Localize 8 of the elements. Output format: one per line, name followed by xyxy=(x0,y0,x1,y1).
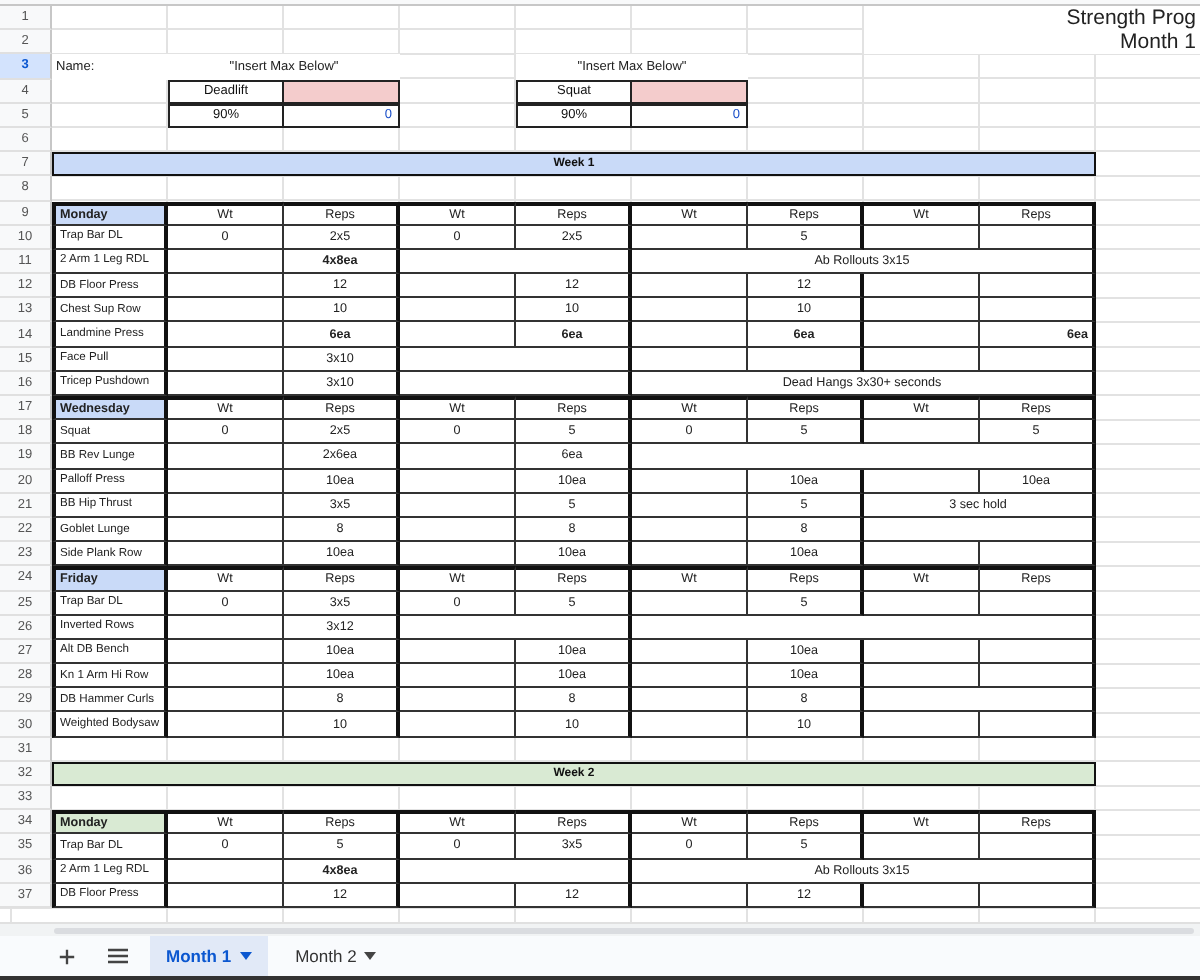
caret-icon xyxy=(364,952,377,960)
sheet-title: Strength Prog xyxy=(864,6,1200,31)
max-input-field[interactable] xyxy=(632,79,748,104)
sheet-tab[interactable]: Month 2 xyxy=(279,936,393,976)
caret-icon xyxy=(239,952,252,960)
sheet-tab[interactable]: Month 1 xyxy=(150,936,268,976)
max-input-field[interactable] xyxy=(284,79,400,104)
sheet-title: Month 1 xyxy=(864,30,1200,55)
